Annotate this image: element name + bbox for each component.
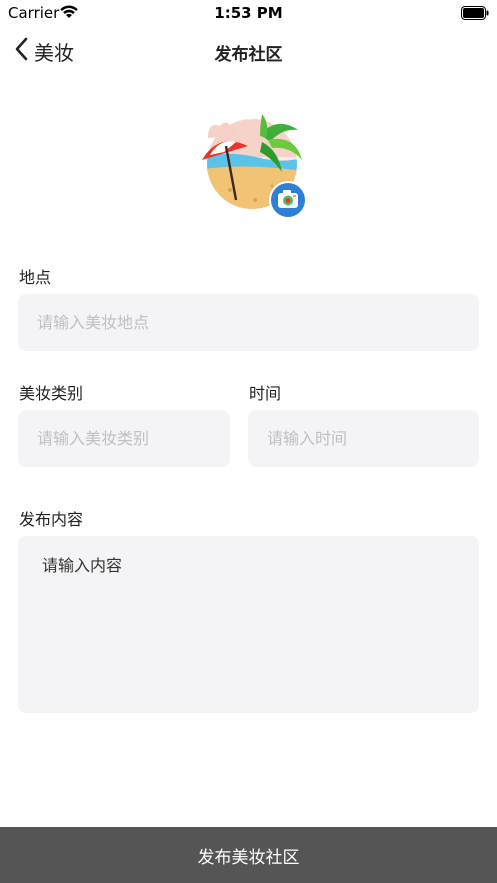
clock: 1:53 PM xyxy=(214,4,283,22)
beach-umbrella-illustration xyxy=(202,114,307,219)
content-textarea[interactable] xyxy=(18,536,479,713)
category-label: 美妆类别 xyxy=(19,384,84,403)
location-label: 地点 xyxy=(19,268,52,287)
page-title: 发布社区 xyxy=(214,45,283,65)
category-input[interactable] xyxy=(18,410,230,467)
navigation-bar: 美妆 发布社区 xyxy=(0,30,497,74)
cover-image-picker[interactable] xyxy=(200,112,310,222)
content-label: 发布内容 xyxy=(19,510,84,529)
publish-button[interactable]: 发布美妆社区 xyxy=(0,827,497,883)
location-input[interactable] xyxy=(18,294,479,351)
status-bar: Carrier 1:53 PM xyxy=(0,0,497,26)
battery-icon xyxy=(461,6,489,24)
time-input[interactable] xyxy=(248,410,479,467)
time-label: 时间 xyxy=(249,384,282,403)
